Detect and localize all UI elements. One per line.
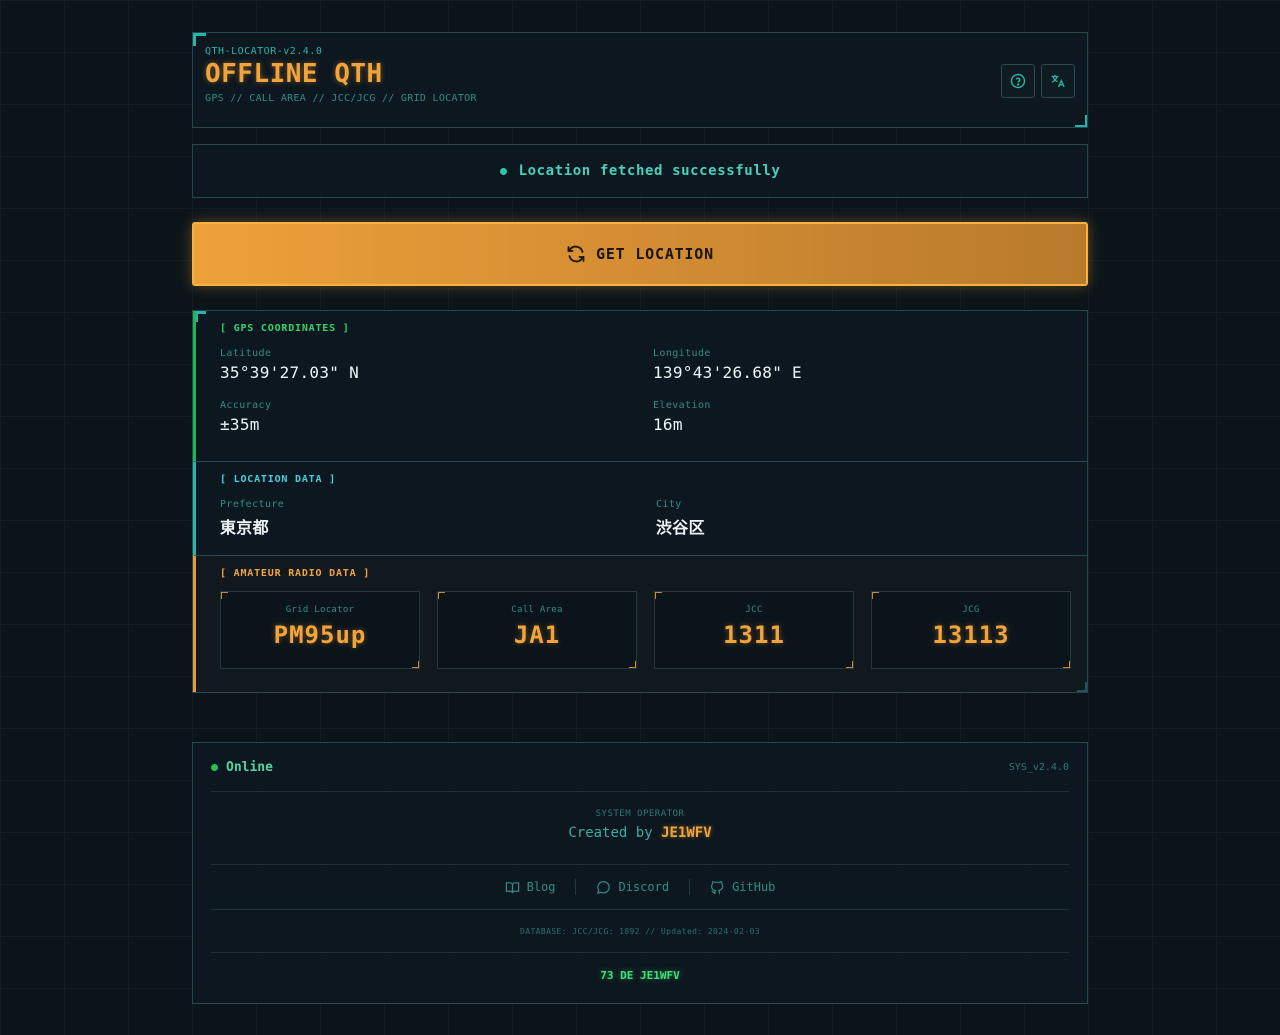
language-button[interactable] xyxy=(1041,64,1075,98)
jcc-card: JCC 1311 xyxy=(654,591,854,669)
online-label: Online xyxy=(226,759,273,775)
accuracy-value: ±35m xyxy=(220,415,260,434)
card-value: 1311 xyxy=(723,621,785,649)
header-panel: QTH-LOCATOR-v2.4.0 OFFLINE QTH GPS // CA… xyxy=(192,32,1088,128)
corner-accent xyxy=(1075,115,1087,127)
footer-panel: Online SYS_v2.4.0 SYSTEM OPERATOR Create… xyxy=(192,742,1088,1004)
longitude-label: Longitude xyxy=(653,348,711,359)
refresh-icon xyxy=(567,245,585,263)
card-value: PM95up xyxy=(273,621,367,649)
section-heading: [ GPS COORDINATES ] xyxy=(220,323,350,334)
latitude-value: 35°39'27.03" N xyxy=(220,363,360,382)
status-bar: Location fetched successfully xyxy=(192,144,1088,198)
jcg-card: JCG 13113 xyxy=(871,591,1071,669)
help-circle-icon xyxy=(1010,73,1026,89)
blog-link[interactable]: Blog xyxy=(485,880,576,895)
blog-link-label: Blog xyxy=(526,880,556,894)
sign-off: 73 DE JE1WFV xyxy=(600,968,680,982)
card-label: JCG xyxy=(962,605,980,615)
database-info: DATABASE: JCC/JCG: 1892 // Updated: 2024… xyxy=(211,910,1069,953)
elevation-value: 16m xyxy=(653,415,683,434)
location-section: [ LOCATION DATA ] Prefecture 東京都 City 渋谷… xyxy=(193,461,1087,555)
prefecture-value: 東京都 xyxy=(220,518,269,537)
elevation-label: Elevation xyxy=(653,400,711,411)
section-heading: [ LOCATION DATA ] xyxy=(220,474,336,485)
discord-link[interactable]: Discord xyxy=(576,880,689,895)
page-title: OFFLINE QTH xyxy=(205,59,383,89)
longitude-value: 139°43'26.68" E xyxy=(653,363,802,382)
operator-label: SYSTEM OPERATOR xyxy=(595,809,685,819)
online-indicator xyxy=(211,763,218,771)
grid-locator-card: Grid Locator PM95up xyxy=(220,591,420,669)
corner-accent xyxy=(193,33,206,46)
operator-callsign[interactable]: JE1WFV xyxy=(661,825,712,841)
operator-block: SYSTEM OPERATOR Created by JE1WFV xyxy=(211,792,1069,865)
data-panel: [ GPS COORDINATES ] Latitude 35°39'27.03… xyxy=(192,310,1088,693)
chat-bubble-icon xyxy=(597,880,611,894)
get-location-label: GET LOCATION xyxy=(596,245,714,263)
online-status: Online xyxy=(211,760,273,775)
call-area-card: Call Area JA1 xyxy=(437,591,637,669)
github-link[interactable]: GitHub xyxy=(690,880,795,895)
app-container: QTH-LOCATOR-v2.4.0 OFFLINE QTH GPS // CA… xyxy=(192,32,1088,1004)
prefecture-label: Prefecture xyxy=(220,499,285,510)
translate-icon xyxy=(1051,75,1065,88)
github-link-label: GitHub xyxy=(732,880,776,894)
get-location-button[interactable]: GET LOCATION xyxy=(192,222,1088,286)
accuracy-label: Accuracy xyxy=(220,400,272,411)
card-label: Grid Locator xyxy=(285,605,355,615)
card-label: JCC xyxy=(745,605,763,615)
created-by-text: Created by xyxy=(568,825,653,841)
page-subtitle: GPS // CALL AREA // JCC/JCG // GRID LOCA… xyxy=(205,93,477,104)
system-version: SYS_v2.4.0 xyxy=(1008,761,1069,773)
latitude-label: Latitude xyxy=(220,348,272,359)
section-heading: [ AMATEUR RADIO DATA ] xyxy=(220,568,371,579)
radio-section: [ AMATEUR RADIO DATA ] Grid Locator PM95… xyxy=(193,555,1087,692)
github-icon xyxy=(711,880,724,894)
help-button[interactable] xyxy=(1001,64,1035,98)
footer-links: Blog Discord GitHub xyxy=(211,865,1069,910)
book-icon xyxy=(505,881,519,893)
card-value: JA1 xyxy=(513,621,561,649)
version-label: QTH-LOCATOR-v2.4.0 xyxy=(205,46,323,57)
card-value: 13113 xyxy=(932,621,1010,649)
status-indicator xyxy=(499,167,507,175)
city-value: 渋谷区 xyxy=(656,518,705,537)
status-message: Location fetched successfully xyxy=(518,163,781,179)
city-label: City xyxy=(656,499,682,510)
card-label: Call Area xyxy=(511,605,563,615)
discord-link-label: Discord xyxy=(618,880,670,894)
gps-section: [ GPS COORDINATES ] Latitude 35°39'27.03… xyxy=(193,311,1087,461)
